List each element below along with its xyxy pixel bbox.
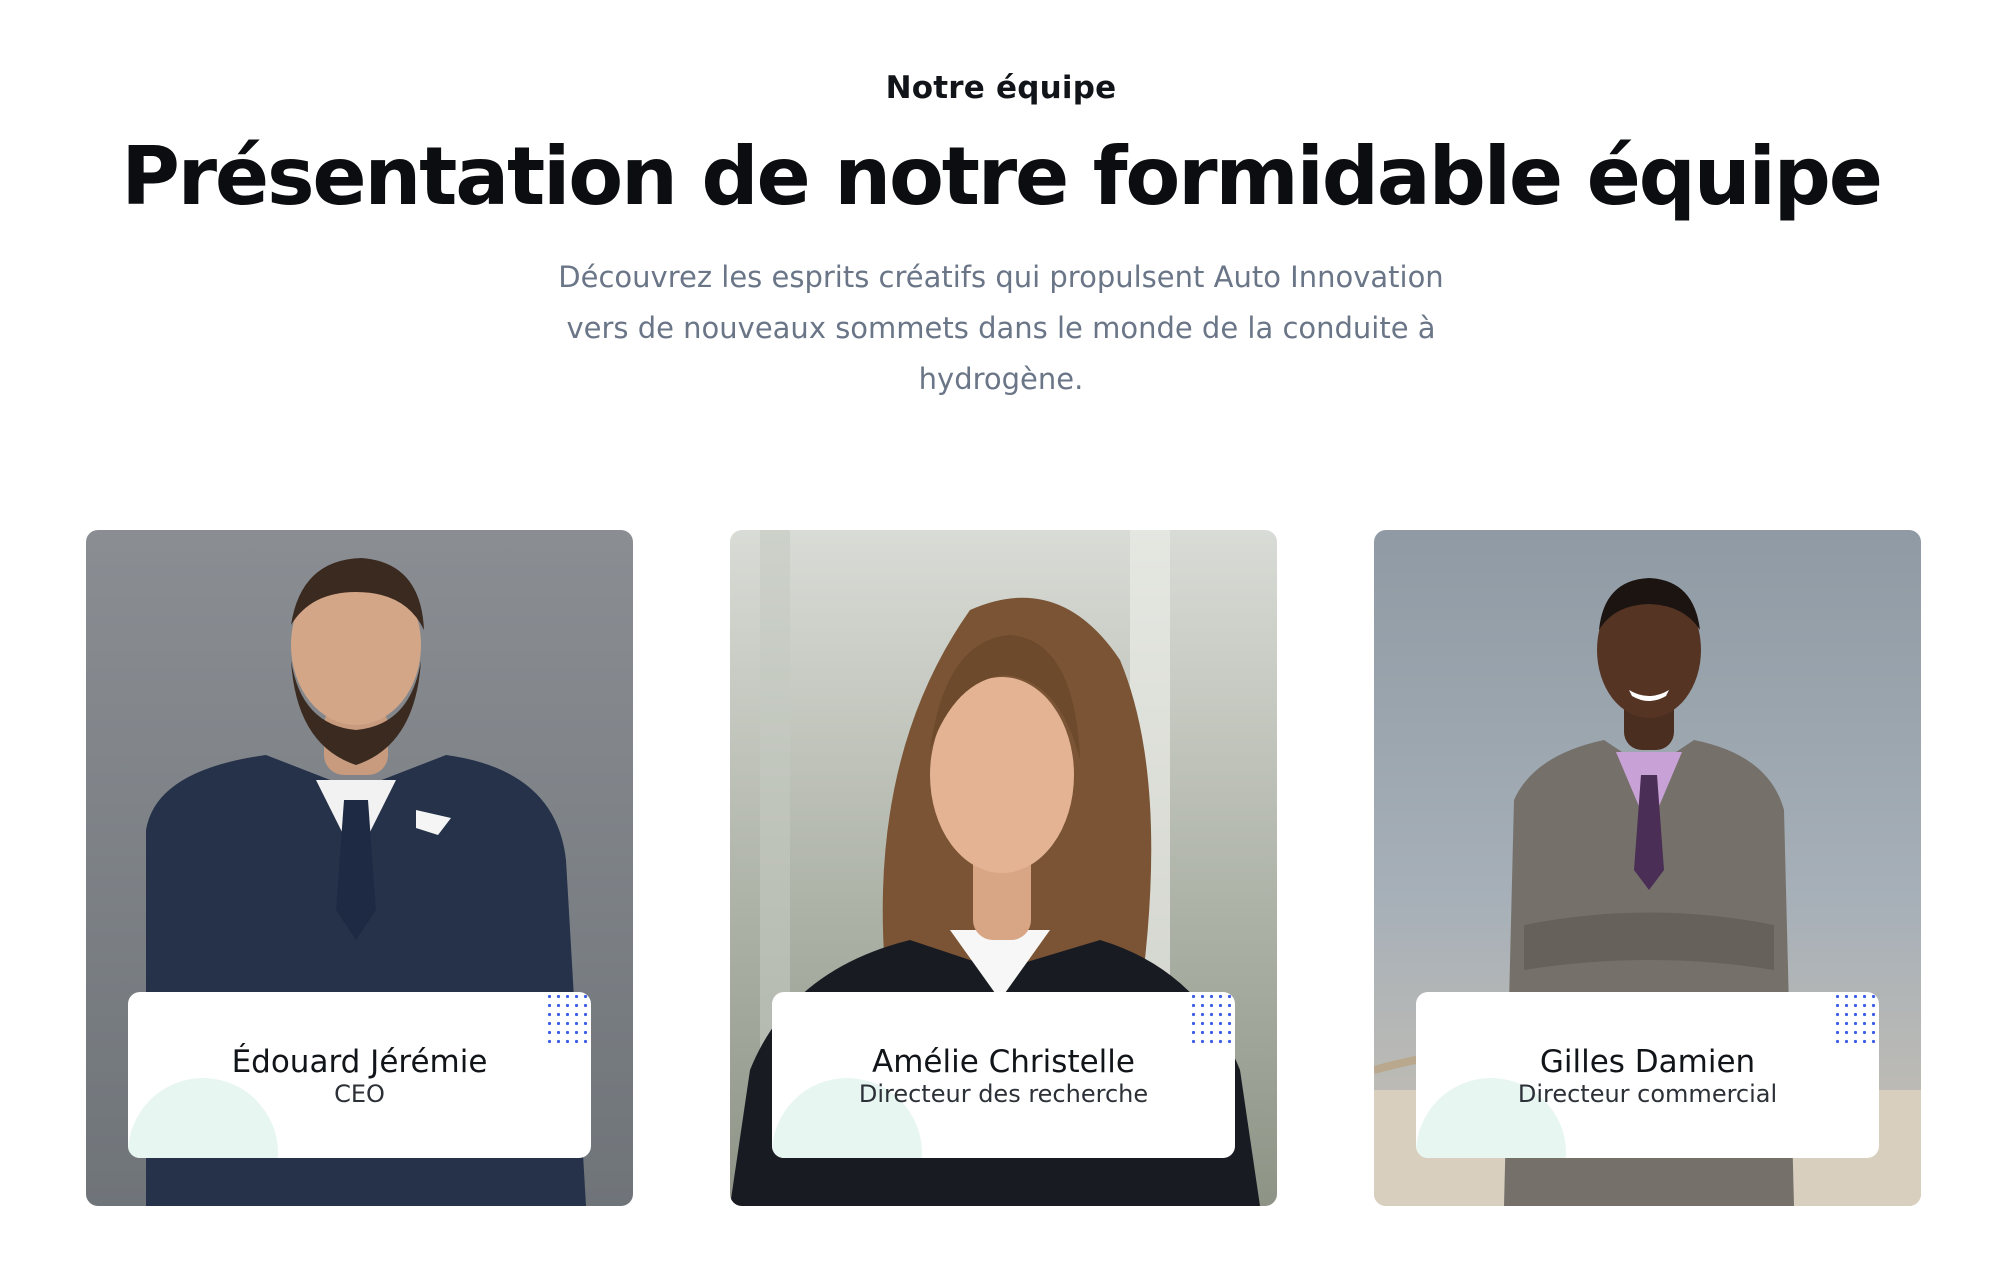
team-section: Notre équipe Présentation de notre formi…	[0, 0, 2002, 1282]
dot-grid-decoration	[545, 992, 589, 1046]
member-name: Amélie Christelle	[872, 1044, 1135, 1080]
dot-grid-decoration	[1833, 992, 1877, 1046]
member-name: Gilles Damien	[1539, 1044, 1756, 1080]
member-role: CEO	[334, 1080, 385, 1108]
section-title: Présentation de notre formidable équipe	[121, 130, 1883, 223]
member-role: Directeur des recherche	[858, 1080, 1149, 1108]
section-eyebrow: Notre équipe	[885, 70, 1117, 106]
intro-line: Découvrez les esprits créatifs qui propu…	[558, 260, 1444, 294]
dot-grid-decoration	[1189, 992, 1233, 1046]
member-name-card: Édouard Jérémie CEO	[128, 992, 591, 1158]
member-name-card: Gilles Damien Directeur commercial	[1416, 992, 1879, 1158]
member-name-card: Amélie Christelle Directeur des recherch…	[772, 992, 1235, 1158]
team-card: Édouard Jérémie CEO	[86, 530, 633, 1206]
intro-line: hydrogène.	[918, 362, 1084, 396]
team-card: Gilles Damien Directeur commercial	[1374, 530, 1921, 1206]
section-intro: Découvrez les esprits créatifs qui propu…	[520, 252, 1482, 405]
member-role: Directeur commercial	[1517, 1080, 1778, 1108]
intro-line: vers de nouveaux sommets dans le monde d…	[566, 311, 1436, 345]
team-card: Amélie Christelle Directeur des recherch…	[730, 530, 1277, 1206]
member-name: Édouard Jérémie	[231, 1044, 488, 1080]
